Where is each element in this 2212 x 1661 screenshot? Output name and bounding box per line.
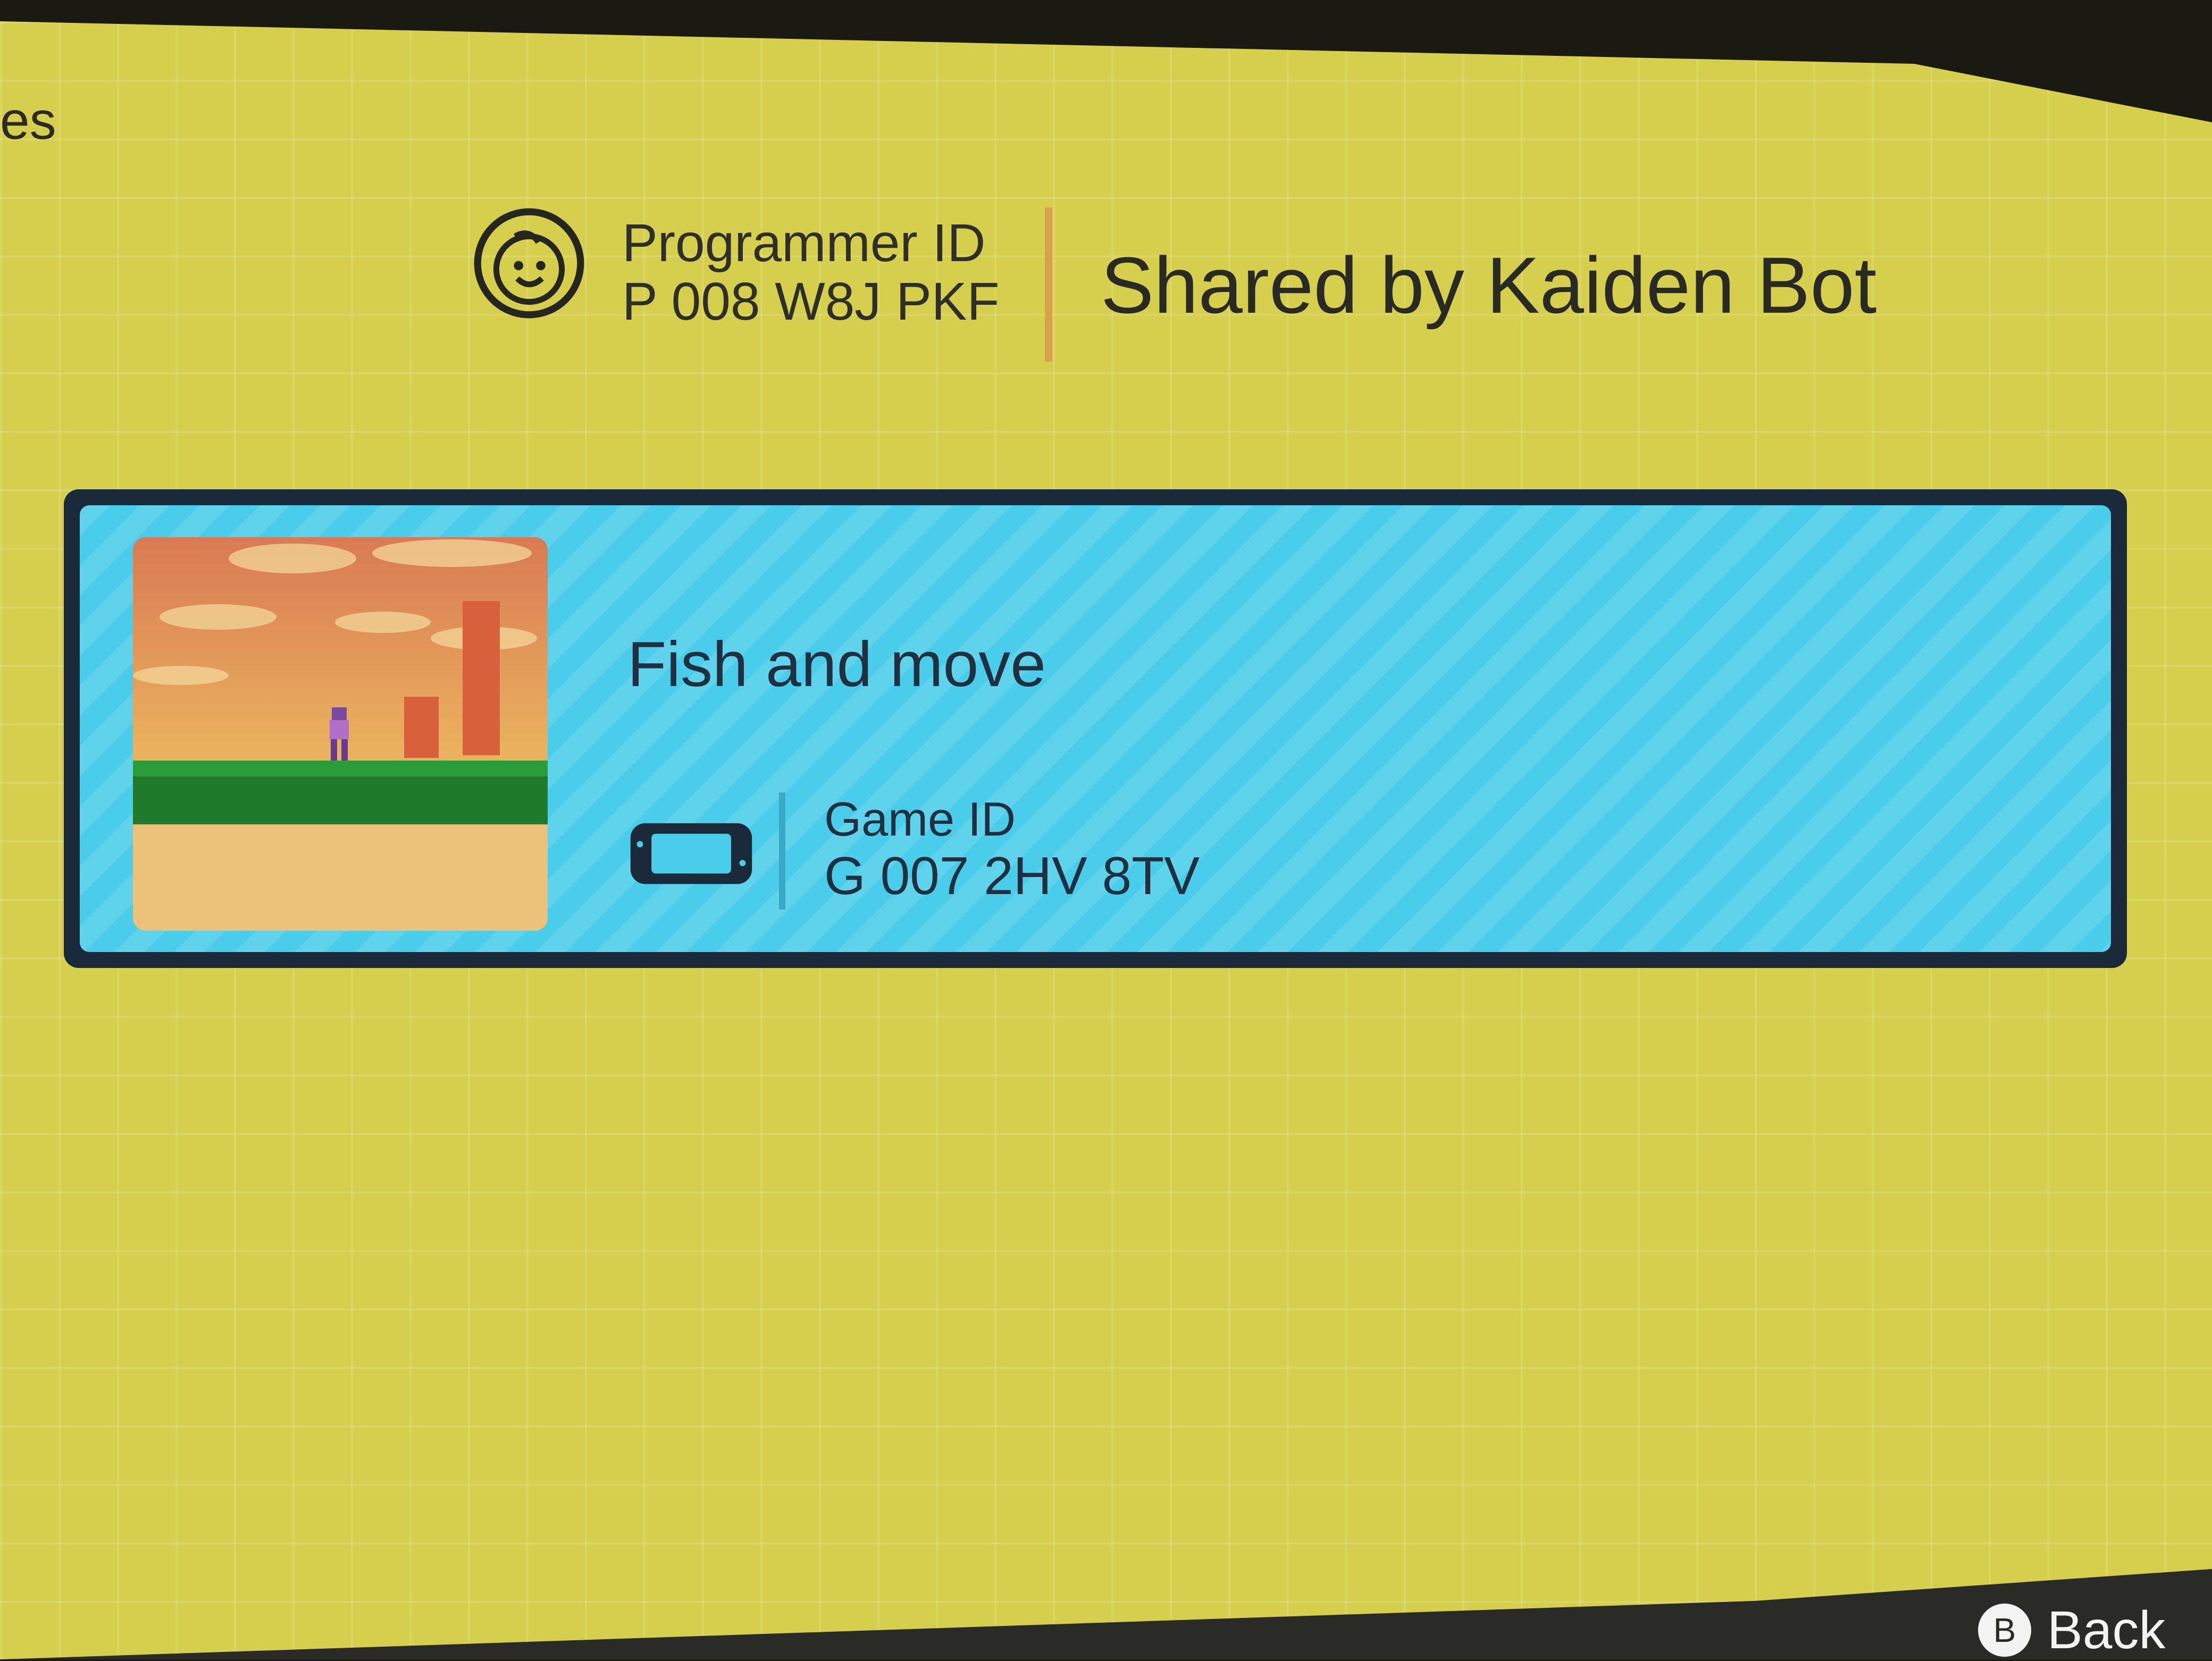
game-thumbnail — [133, 537, 548, 931]
tab-label-partial[interactable]: es — [0, 90, 56, 152]
programmer-id-label: Programmer ID — [622, 213, 986, 273]
game-id-value: G 007 2HV 8TV — [824, 846, 1200, 906]
back-label: Back — [2047, 1600, 2166, 1660]
screen-background: es Programmer ID P 008 W8J PKF Shared by… — [0, 21, 2212, 1659]
game-title: Fish and move — [627, 629, 1046, 700]
game-card[interactable]: Fish and move Game ID G 007 2HV 8TV — [64, 489, 2127, 968]
b-button-icon: B — [1978, 1604, 2031, 1657]
smiley-face-icon — [474, 208, 584, 319]
game-card-body: Fish and move Game ID G 007 2HV 8TV — [80, 505, 2111, 952]
shared-by-label: Shared by Kaiden Bot — [1101, 240, 1877, 330]
back-button[interactable]: B Back — [1978, 1600, 2166, 1660]
handheld-console-icon — [630, 823, 752, 884]
card-divider — [779, 792, 785, 909]
game-id-label: Game ID — [824, 793, 1016, 846]
header-divider — [1045, 207, 1052, 362]
programmer-id-value: P 008 W8J PKF — [622, 272, 1000, 331]
